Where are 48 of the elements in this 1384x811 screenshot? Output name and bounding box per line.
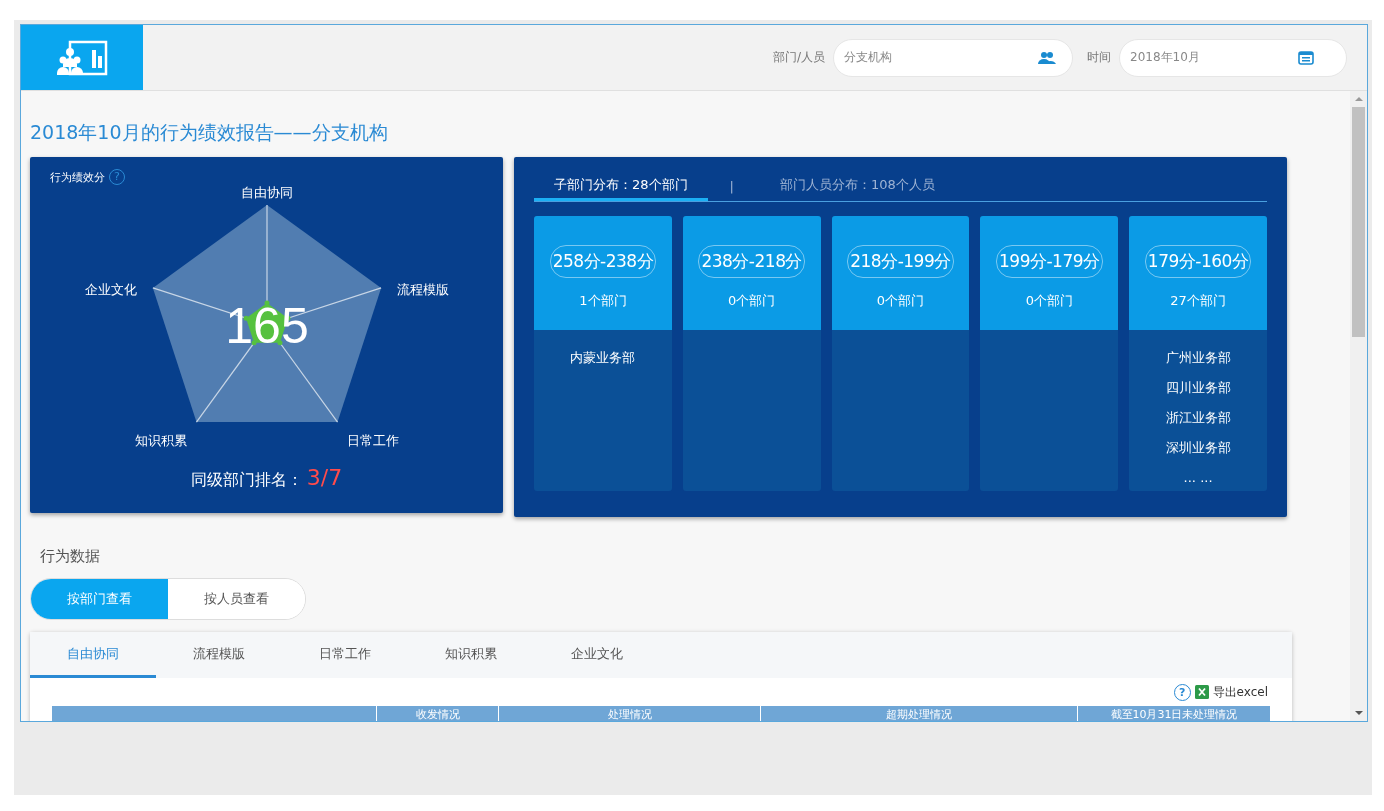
tab-separator: |: [729, 178, 734, 194]
department-name: 四川业务部: [1165, 379, 1231, 397]
category-tab[interactable]: 自由协同: [30, 632, 156, 678]
calendar-icon[interactable]: [1298, 50, 1314, 65]
scrollbar[interactable]: [1350, 91, 1367, 721]
department-name: 广州业务部: [1165, 349, 1231, 367]
score-range: 199分-179分: [996, 244, 1103, 278]
export-link[interactable]: 导出excel: [1212, 683, 1268, 701]
axis-label: 流程模版: [397, 282, 449, 297]
filter-field[interactable]: 2018年10月: [1119, 38, 1347, 77]
filter-field[interactable]: 分支机构: [833, 38, 1073, 77]
filter-label: 部门/人员: [772, 49, 825, 66]
score-range: 258分-238分: [549, 244, 657, 278]
score-range: 179分-160分: [1144, 244, 1252, 278]
department-count: 27个部门: [1170, 291, 1226, 310]
category-tab[interactable]: 流程模版: [156, 632, 282, 678]
axis-label: 知识积累: [135, 433, 187, 448]
department-count: 0个部门: [1025, 291, 1073, 310]
axis-label: 日常工作: [347, 433, 399, 448]
axis-label: 自由协同: [241, 185, 293, 200]
department-name: 内蒙业务部: [570, 349, 636, 367]
filter-label: 时间: [1087, 49, 1111, 66]
distribution-tab[interactable]: 子部门分布：28个部门: [534, 171, 708, 201]
department-count: 0个部门: [876, 291, 925, 310]
rank-label: 同级部门排名：: [190, 470, 303, 491]
department-count: 0个部门: [728, 291, 776, 310]
section-title: 行为数据: [40, 546, 101, 566]
distribution-tab[interactable]: 部门人员分布：108个人员: [759, 171, 955, 201]
table-header-cell: 处理情况: [498, 706, 760, 721]
category-tab[interactable]: 日常工作: [282, 632, 408, 678]
axis-label: 企业文化: [85, 282, 137, 297]
table-header-cell: 截至10月31日未处理情况: [1077, 706, 1270, 721]
people-icon[interactable]: [1038, 50, 1056, 65]
department-count: 1个部门: [579, 291, 627, 310]
score-range: 218分-199分: [847, 244, 954, 278]
card-title: 行为绩效分: [50, 169, 105, 185]
rank-value: 3/7: [306, 465, 343, 490]
department-name: 深圳业务部: [1165, 439, 1231, 457]
table-header-cell: 超期处理情况: [760, 706, 1077, 721]
department-name: ... ...: [1183, 469, 1213, 487]
category-tab[interactable]: 知识积累: [408, 632, 534, 678]
report-title: 2018年10月的行为绩效报告——分支机构: [30, 120, 389, 145]
table-header-cell: 收发情况: [376, 706, 498, 721]
category-tab[interactable]: 企业文化: [534, 632, 660, 678]
spreadsheet-icon[interactable]: [1194, 685, 1209, 699]
department-name: 浙江业务部: [1165, 409, 1231, 427]
score-range: 238分-218分: [698, 244, 805, 278]
team-chart-icon: [56, 39, 108, 76]
